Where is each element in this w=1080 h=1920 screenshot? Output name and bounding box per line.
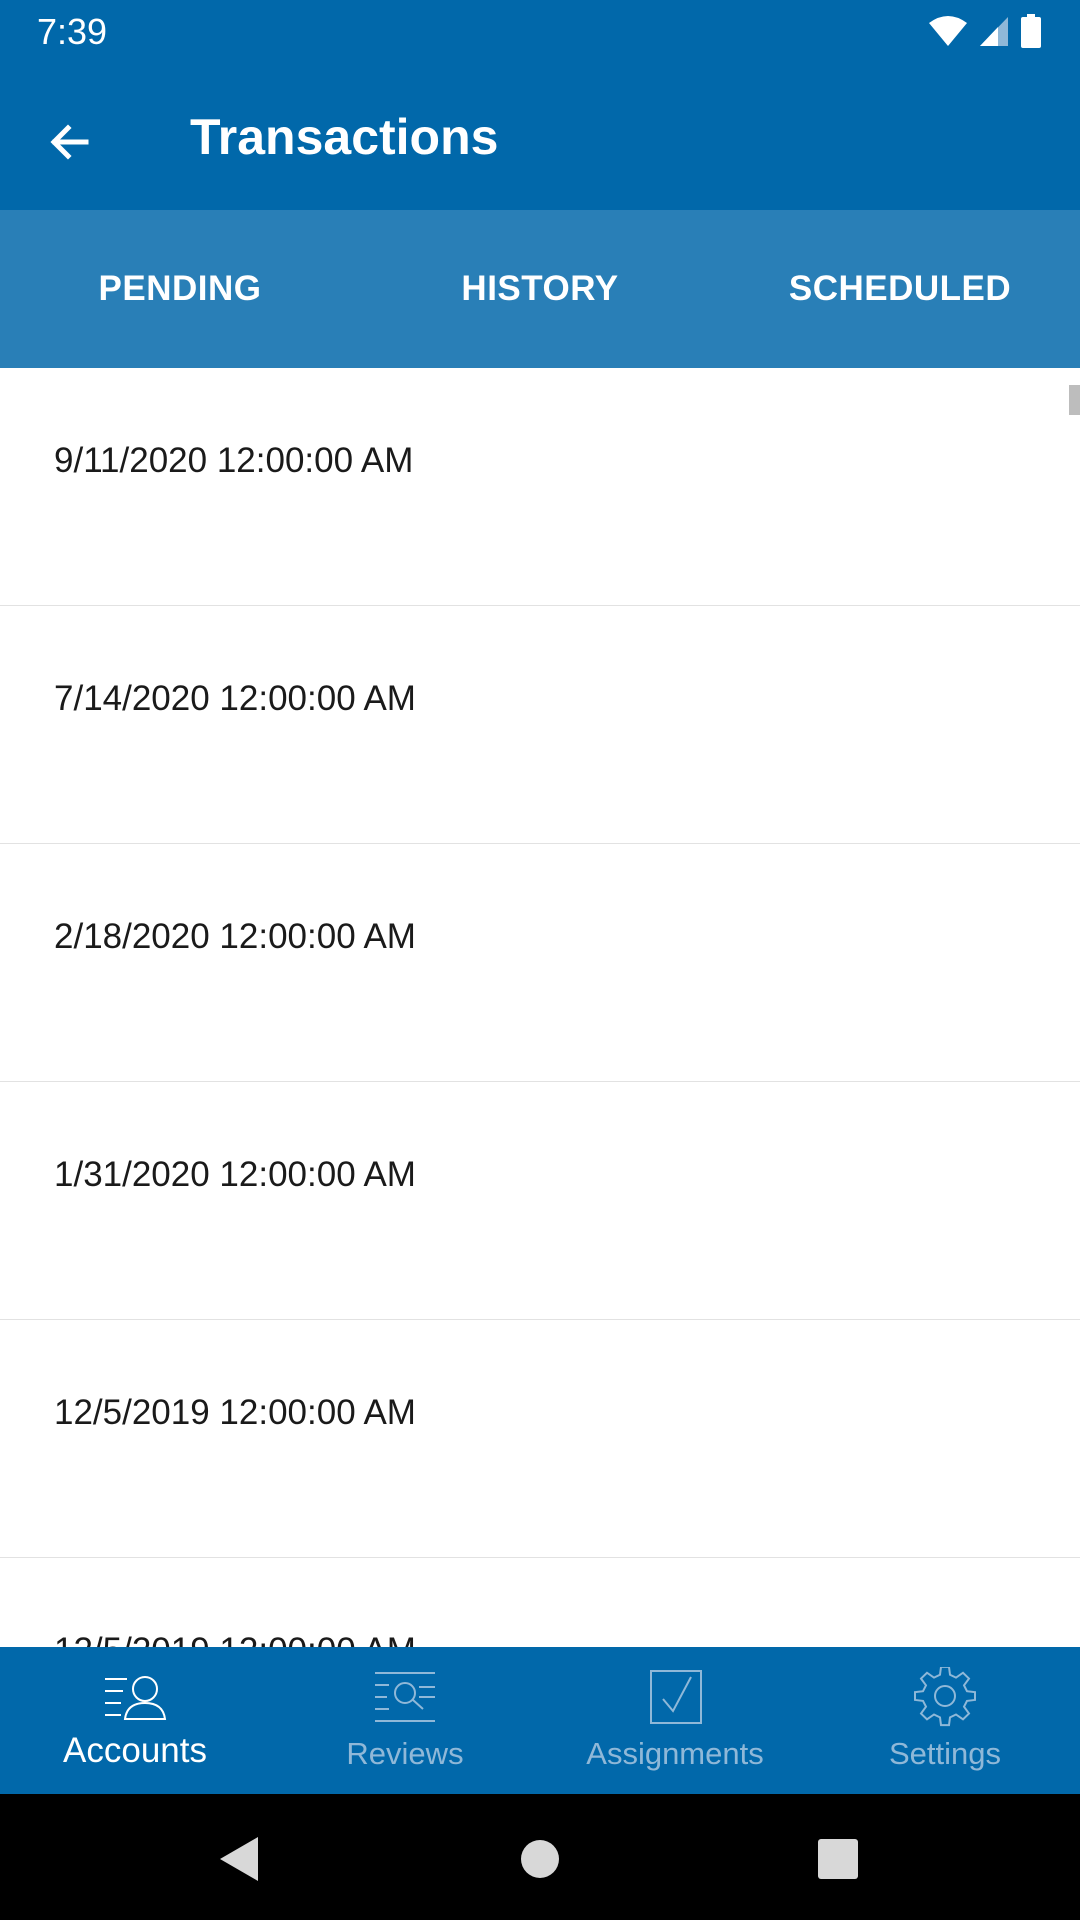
- transaction-date: 12/5/2019 12:00:00 AM: [54, 1630, 416, 1647]
- tab-history[interactable]: HISTORY: [360, 210, 720, 368]
- system-nav-bar: [0, 1794, 1080, 1920]
- tab-scheduled[interactable]: SCHEDULED: [720, 210, 1080, 368]
- transaction-date: 1/31/2020 12:00:00 AM: [54, 1155, 416, 1194]
- nav-label: Reviews: [346, 1736, 464, 1771]
- transaction-date: 7/14/2020 12:00:00 AM: [54, 679, 416, 718]
- status-icons: [928, 14, 1042, 48]
- nav-label: Settings: [888, 1736, 1001, 1771]
- wifi-icon: [929, 16, 967, 46]
- nav-item-settings[interactable]: Settings: [810, 1647, 1080, 1794]
- list-item[interactable]: 9/11/2020 12:00:00 AM: [0, 368, 1080, 606]
- list-item[interactable]: 12/5/2019 12:00:00 AM: [0, 1558, 1080, 1647]
- nav-label: Assignments: [586, 1736, 764, 1771]
- nav-item-accounts[interactable]: Accounts: [0, 1647, 270, 1794]
- nav-item-assignments[interactable]: Assignments: [540, 1647, 810, 1794]
- nav-label: Accounts: [63, 1731, 207, 1770]
- page-title: Transactions: [190, 109, 499, 165]
- tab-pending[interactable]: PENDING: [0, 210, 360, 368]
- system-recents-icon[interactable]: [808, 1829, 868, 1889]
- transactions-screen: 7:39 Transactions PENDING HISTORY SCHEDU…: [0, 0, 1080, 1920]
- back-button[interactable]: [30, 102, 110, 182]
- list-item[interactable]: 1/31/2020 12:00:00 AM: [0, 1082, 1080, 1320]
- signal-icon: [980, 17, 1008, 46]
- system-back-icon[interactable]: [210, 1829, 270, 1889]
- battery-icon: [1021, 14, 1041, 48]
- assignments-icon: [650, 1670, 702, 1724]
- scrollbar-thumb[interactable]: [1069, 385, 1080, 415]
- list-item[interactable]: 2/18/2020 12:00:00 AM: [0, 844, 1080, 1082]
- transaction-date: 2/18/2020 12:00:00 AM: [54, 917, 416, 956]
- transaction-date: 12/5/2019 12:00:00 AM: [54, 1393, 416, 1432]
- status-time: 7:39: [37, 11, 108, 52]
- tab-bar: PENDING HISTORY SCHEDULED: [0, 210, 1080, 368]
- transactions-list[interactable]: 9/11/2020 12:00:00 AM 7/14/2020 12:00:00…: [0, 368, 1080, 1647]
- arrow-left-icon: [50, 124, 89, 160]
- system-home-icon[interactable]: [510, 1829, 570, 1889]
- list-item[interactable]: 12/5/2019 12:00:00 AM: [0, 1320, 1080, 1558]
- status-bar: 7:39: [0, 0, 1080, 63]
- list-item[interactable]: 7/14/2020 12:00:00 AM: [0, 606, 1080, 844]
- nav-item-reviews[interactable]: Reviews: [270, 1647, 540, 1794]
- app-bar: Transactions: [0, 63, 1080, 210]
- bottom-nav: Accounts Reviews Assignments Settings: [0, 1647, 1080, 1794]
- settings-icon: [914, 1667, 976, 1727]
- transaction-date: 9/11/2020 12:00:00 AM: [54, 441, 414, 480]
- reviews-icon: [375, 1672, 435, 1722]
- accounts-icon: [105, 1676, 167, 1720]
